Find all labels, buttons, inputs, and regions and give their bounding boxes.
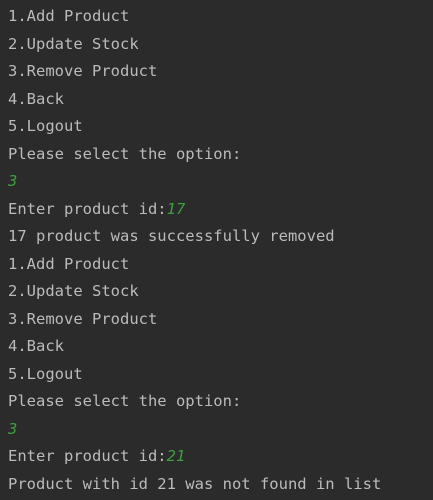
output-text: Product with id 21 was not found in list bbox=[8, 475, 381, 493]
output-text: 3.Remove Product bbox=[8, 310, 157, 328]
console-line: 3 bbox=[8, 418, 433, 446]
console-line: 5.Logout bbox=[8, 363, 433, 391]
console-line: 2.Update Stock bbox=[8, 280, 433, 308]
console-line: 3 bbox=[8, 170, 433, 198]
user-input: 21 bbox=[167, 447, 186, 465]
console-line: 4.Back bbox=[8, 335, 433, 363]
output-text: 2.Update Stock bbox=[8, 35, 139, 53]
user-input: 3 bbox=[8, 172, 17, 190]
console-line: 1.Add Product bbox=[8, 5, 433, 33]
output-text: 17 product was successfully removed bbox=[8, 227, 335, 245]
console-line: Please select the option: bbox=[8, 390, 433, 418]
output-text: 5.Logout bbox=[8, 117, 83, 135]
console-line: Enter product id:17 bbox=[8, 198, 433, 226]
console-line: Please select the option: bbox=[8, 143, 433, 171]
output-text: 5.Logout bbox=[8, 365, 83, 383]
output-text: Please select the option: bbox=[8, 392, 241, 410]
console-line: 1.Add Product bbox=[8, 253, 433, 281]
output-text: 2.Update Stock bbox=[8, 282, 139, 300]
output-text: 1.Add Product bbox=[8, 7, 129, 25]
output-text: Please select the option: bbox=[8, 145, 241, 163]
output-text: Enter product id: bbox=[8, 200, 167, 218]
output-text: Enter product id: bbox=[8, 447, 167, 465]
output-text: 4.Back bbox=[8, 337, 64, 355]
console-output: 1.Add Product 2.Update Stock 3.Remove Pr… bbox=[8, 5, 433, 500]
console-line: 4.Back bbox=[8, 88, 433, 116]
console-line: 3.Remove Product bbox=[8, 60, 433, 88]
output-text: 3.Remove Product bbox=[8, 62, 157, 80]
console-line: 2.Update Stock bbox=[8, 33, 433, 61]
console-line: Enter product id:21 bbox=[8, 445, 433, 473]
user-input: 3 bbox=[8, 420, 17, 438]
console-line: 3.Remove Product bbox=[8, 308, 433, 336]
user-input: 17 bbox=[167, 200, 186, 218]
console-line: 5.Logout bbox=[8, 115, 433, 143]
console-line: 17 product was successfully removed bbox=[8, 225, 433, 253]
output-text: 1.Add Product bbox=[8, 255, 129, 273]
output-text: 4.Back bbox=[8, 90, 64, 108]
